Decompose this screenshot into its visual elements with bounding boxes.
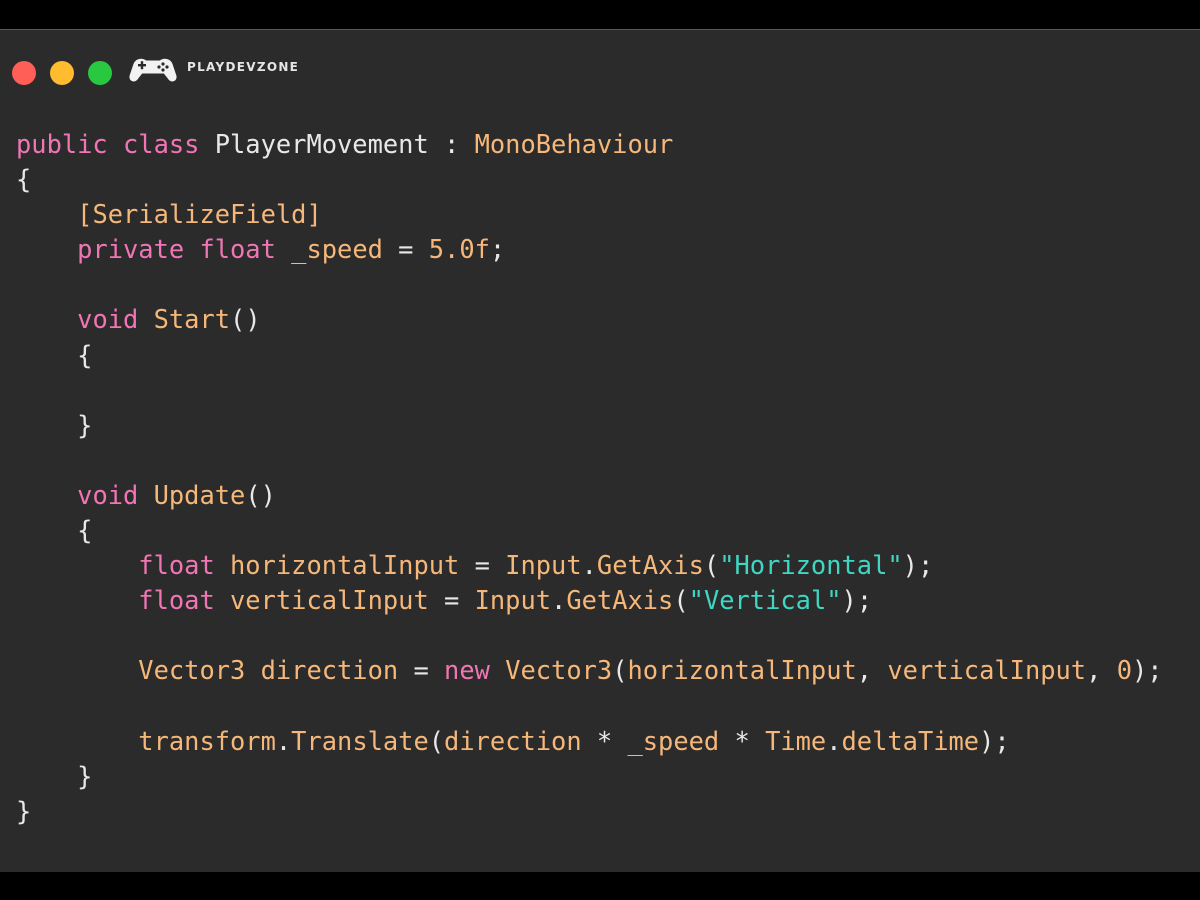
code-token: verticalInput	[887, 655, 1087, 686]
code-line: {	[16, 513, 1163, 548]
code-token: transform	[138, 725, 276, 756]
code-token: GetAxis	[566, 585, 674, 616]
code-token: .	[275, 725, 292, 756]
title-bar: PLAYDEVZONE	[0, 30, 1200, 110]
maximize-button[interactable]	[88, 61, 112, 85]
code-token: Translate	[291, 725, 429, 756]
code-line: void Start()	[16, 302, 1163, 337]
code-token: (	[612, 655, 628, 686]
code-token: );	[841, 585, 873, 616]
code-token: =	[382, 234, 429, 265]
code-token: .	[581, 550, 597, 581]
code-token: float	[138, 585, 231, 616]
code-token: [SerializeField]	[77, 199, 322, 230]
code-token: _speed	[627, 725, 720, 756]
code-line: {	[16, 162, 1163, 197]
code-line: {	[16, 338, 1163, 373]
code-token: float	[138, 550, 231, 581]
code-line: transform.Translate(direction * _speed *…	[16, 724, 1163, 759]
code-line: float verticalInput = Input.GetAxis("Ver…	[16, 583, 1163, 618]
code-token: deltaTime	[841, 725, 980, 756]
code-line: }	[16, 759, 1163, 794]
code-token: }	[16, 409, 93, 440]
code-block: public class PlayerMovement : MonoBehavi…	[16, 127, 1163, 829]
close-button[interactable]	[12, 61, 36, 85]
code-token: horizontalInput	[230, 550, 460, 581]
code-token: new	[444, 655, 506, 686]
code-token: "Vertical"	[688, 585, 842, 616]
code-token: _speed	[291, 234, 383, 265]
code-token: );	[902, 550, 934, 581]
code-token: ,	[1086, 655, 1117, 686]
code-token: }	[16, 760, 93, 791]
code-token: void	[77, 479, 154, 510]
code-token: verticalInput	[230, 585, 429, 616]
code-line: private float _speed = 5.0f;	[16, 232, 1163, 267]
code-token: );	[1131, 655, 1163, 686]
code-line: public class PlayerMovement : MonoBehavi…	[16, 127, 1163, 162]
code-token: MonoBehaviour	[474, 129, 674, 159]
code-token: (	[428, 725, 445, 756]
code-line: void Update()	[16, 478, 1163, 513]
code-token: horizontalInput	[627, 655, 857, 686]
code-token: Input	[474, 585, 552, 616]
code-token: =	[428, 585, 475, 616]
code-token: {	[16, 164, 32, 195]
code-token: *	[719, 725, 766, 756]
code-token: "Horizontal"	[719, 550, 903, 581]
code-token: ()	[245, 479, 276, 510]
code-token: void	[77, 304, 154, 335]
code-line: }	[16, 794, 1163, 829]
code-token: 0	[1116, 655, 1132, 686]
gamepad-icon	[129, 58, 177, 82]
code-line: }	[16, 408, 1163, 443]
code-token: {	[16, 339, 93, 370]
code-token: );	[979, 725, 1010, 756]
code-token: (	[673, 585, 689, 616]
code-token: 5.0f	[428, 234, 490, 265]
code-token: .	[826, 725, 842, 756]
code-token: Input	[505, 550, 582, 581]
code-token: Time	[765, 725, 827, 756]
code-token: {	[16, 515, 93, 546]
code-token: =	[459, 550, 506, 581]
code-token: private float	[77, 234, 292, 265]
brand-name: PLAYDEVZONE	[187, 60, 300, 74]
code-token: public class	[16, 129, 215, 159]
code-token: }	[16, 795, 32, 826]
minimize-button[interactable]	[50, 61, 74, 85]
code-token: Update	[153, 479, 246, 510]
code-window: PLAYDEVZONE public class PlayerMovement …	[0, 29, 1200, 872]
code-token: .	[551, 585, 567, 616]
code-line: float horizontalInput = Input.GetAxis("H…	[16, 548, 1163, 583]
code-token: direction	[444, 725, 582, 756]
code-token: =	[398, 655, 445, 686]
code-token: (	[703, 550, 720, 581]
code-token: Vector3	[505, 655, 613, 686]
code-token: *	[581, 725, 628, 756]
code-token: ,	[856, 655, 888, 686]
code-token: ;	[489, 234, 506, 265]
code-token: Vector3 direction	[138, 655, 399, 686]
code-token: Start	[153, 304, 231, 335]
code-token: PlayerMovement :	[214, 129, 475, 159]
code-line: [SerializeField]	[16, 197, 1163, 232]
code-token: GetAxis	[596, 550, 704, 581]
code-line: Vector3 direction = new Vector3(horizont…	[16, 653, 1163, 688]
code-token: ()	[230, 304, 261, 335]
